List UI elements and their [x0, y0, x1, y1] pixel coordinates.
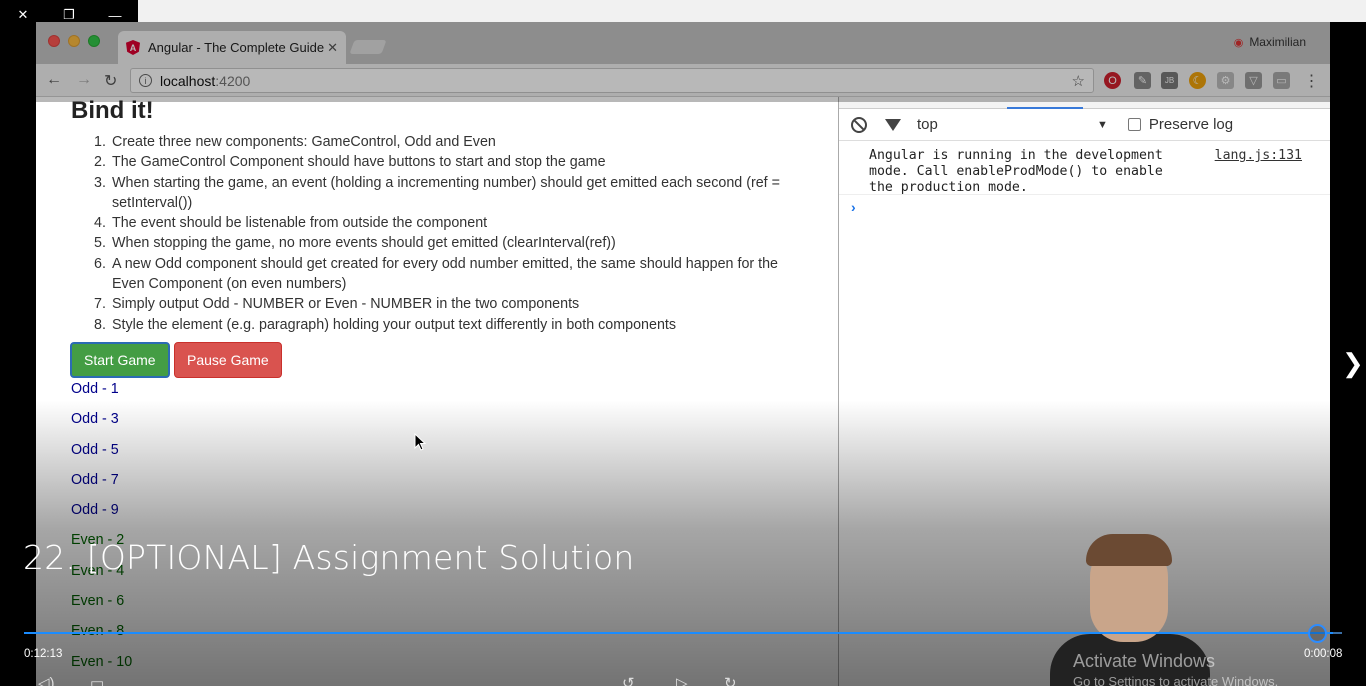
step-item: 7. Simply output Odd - NUMBER or Even - N… — [94, 294, 802, 314]
forward-icon[interactable]: ↻ — [724, 674, 737, 686]
top-strip — [138, 0, 1366, 22]
jb-extension-icon[interactable]: JB — [1161, 72, 1178, 89]
mouse-cursor-icon — [414, 432, 427, 451]
odd-output: Odd - 5 — [71, 441, 119, 458]
profile-button[interactable]: ◉ Maximilian — [1234, 35, 1306, 49]
console-message: Angular is running in the development mo… — [839, 141, 1330, 195]
watermark-title: Activate Windows — [1073, 651, 1216, 671]
assignment-steps: 1. Create three new components: GameContr… — [94, 132, 802, 335]
url-port: :4200 — [215, 72, 251, 89]
close-tab-icon[interactable]: ✕ — [327, 40, 338, 56]
volume-icon[interactable]: ◁) — [38, 674, 55, 686]
step-item: 2. The GameControl Component should have … — [94, 152, 802, 172]
devtools-active-tab[interactable] — [1007, 107, 1083, 109]
profile-name: Maximilian — [1249, 35, 1306, 49]
step-item: 6. A new Odd component should get created… — [94, 254, 802, 295]
reload-icon[interactable]: ↻ — [104, 71, 117, 91]
preserve-log-checkbox[interactable] — [1127, 118, 1141, 131]
odd-output: Odd - 7 — [71, 471, 119, 488]
remaining-time: 0:00:08 — [1304, 648, 1343, 660]
watermark-subtitle: Go to Settings to activate Windows. — [1073, 674, 1279, 686]
chevron-down-icon[interactable]: ▼ — [1097, 119, 1108, 131]
cast-extension-icon[interactable]: ▭ — [1273, 72, 1290, 89]
step-text: The event should be listenable from outs… — [112, 215, 488, 232]
url-input[interactable]: i localhost :4200 ☆ — [130, 68, 1094, 93]
forward-icon[interactable]: → — [76, 71, 92, 89]
browser-tab[interactable]: A Angular - The Complete Guide ✕ — [118, 31, 346, 64]
picker-extension-icon[interactable]: ✎ — [1134, 72, 1151, 89]
vue-extension-icon[interactable]: ▽ — [1245, 72, 1262, 89]
step-number: 2. — [94, 154, 106, 171]
new-tab-button[interactable] — [349, 40, 387, 54]
step-number: 5. — [94, 235, 106, 252]
step-item: 3. When starting the game, an event (hold… — [94, 173, 802, 214]
moon-extension-icon[interactable]: ☾ — [1189, 72, 1206, 89]
next-video-chevron-icon[interactable]: ❯ — [1342, 348, 1364, 379]
angular-logo-icon: A — [126, 40, 140, 55]
rewind-icon[interactable]: ↺ — [622, 674, 635, 686]
step-text: The GameControl Component should have bu… — [112, 154, 606, 171]
video-title: 22. [OPTIONAL] Assignment Solution — [23, 538, 635, 577]
step-text: When stopping the game, no more events s… — [112, 235, 616, 252]
odd-output: Odd - 1 — [71, 381, 119, 397]
instructor-hair — [1086, 534, 1172, 566]
preserve-log-label: Preserve log — [1148, 116, 1234, 133]
info-icon[interactable]: i — [139, 74, 152, 87]
devtools-tabs — [839, 97, 1330, 109]
clear-console-icon[interactable] — [851, 116, 867, 133]
pause-game-button[interactable]: Pause Game — [174, 342, 282, 378]
odd-output: Odd - 3 — [71, 411, 119, 428]
step-number: 8. — [94, 316, 106, 333]
step-text: When starting the game, an event (holdin… — [112, 174, 780, 211]
seek-bar-fill — [24, 632, 1333, 634]
menu-icon[interactable]: ⋮ — [1303, 72, 1320, 90]
seek-bar[interactable] — [24, 632, 1342, 634]
step-number: 6. — [94, 255, 106, 272]
even-output: Even - 8 — [71, 621, 132, 651]
console-prompt-icon[interactable]: › — [839, 195, 1330, 215]
console-toolbar: top ▼ Preserve log — [839, 109, 1330, 141]
opera-extension-icon[interactable]: O — [1104, 72, 1121, 89]
even-output: Even - 6 — [71, 593, 125, 610]
bookmark-star-icon[interactable]: ☆ — [1072, 72, 1085, 90]
seek-thumb[interactable] — [1308, 624, 1327, 643]
elapsed-time: 0:12:13 — [24, 648, 63, 660]
maximize-window-button[interactable] — [88, 35, 100, 47]
step-text: Simply output Odd - NUMBER or Even - NUM… — [112, 296, 580, 313]
odd-output: Odd - 9 — [71, 502, 119, 519]
filter-icon[interactable] — [885, 118, 901, 131]
step-number: 1. — [94, 134, 106, 150]
step-text: Create three new components: GameControl… — [112, 134, 496, 150]
start-game-button[interactable]: Start Game — [70, 342, 170, 378]
console-message-text: Angular is running in the development mo… — [869, 148, 1171, 195]
game-outputs: Odd - 1 Odd - 3 Odd - 5 Odd - 7 Odd - 9 Even … — [71, 379, 132, 682]
subtitles-icon[interactable]: ▭ — [90, 674, 104, 686]
step-number: 7. — [94, 296, 106, 313]
activate-windows-watermark: Activate Windows Go to Settings to activ… — [1073, 651, 1278, 686]
step-item: 1. Create three new components: GameContr… — [94, 132, 802, 152]
step-item: 5. When stopping the game, no more events… — [94, 233, 802, 253]
console-source-link[interactable]: lang.js:131 — [1215, 148, 1302, 164]
step-text: A new Odd component should get created f… — [112, 255, 779, 293]
tab-bar: A Angular - The Complete Guide ✕ ◉ Maxim… — [36, 22, 1330, 64]
step-item: 8. Style the element (e.g. paragraph) hol… — [94, 315, 802, 335]
app-page: Bind it! 1. Create three new components: … — [36, 97, 838, 686]
page-title: Bind it! — [71, 97, 154, 124]
gear-extension-icon[interactable]: ⚙ — [1217, 72, 1234, 89]
step-item: 4. The event should be listenable from ou… — [94, 213, 802, 233]
step-number: 3. — [94, 174, 106, 191]
tab-title: Angular - The Complete Guide — [148, 40, 325, 55]
profile-icon: ◉ — [1233, 36, 1244, 49]
close-window-button[interactable] — [48, 35, 60, 47]
game-controls: Start Game Pause Game — [70, 342, 282, 378]
address-bar: ← → ↻ i localhost :4200 ☆ O ✎ JB ☾ ⚙ ▽ ▭… — [36, 64, 1330, 97]
step-number: 4. — [94, 215, 106, 232]
minimize-window-button[interactable] — [68, 35, 80, 47]
video-player: ✕ ❐ — A Angular - The Complete Guide ✕ ◉… — [0, 0, 1366, 686]
play-icon[interactable]: ▷ — [676, 674, 688, 686]
step-text: Style the element (e.g. paragraph) holdi… — [112, 316, 677, 333]
url-host: localhost — [160, 72, 216, 89]
back-icon[interactable]: ← — [46, 71, 62, 89]
context-selector[interactable]: top — [917, 116, 1097, 133]
